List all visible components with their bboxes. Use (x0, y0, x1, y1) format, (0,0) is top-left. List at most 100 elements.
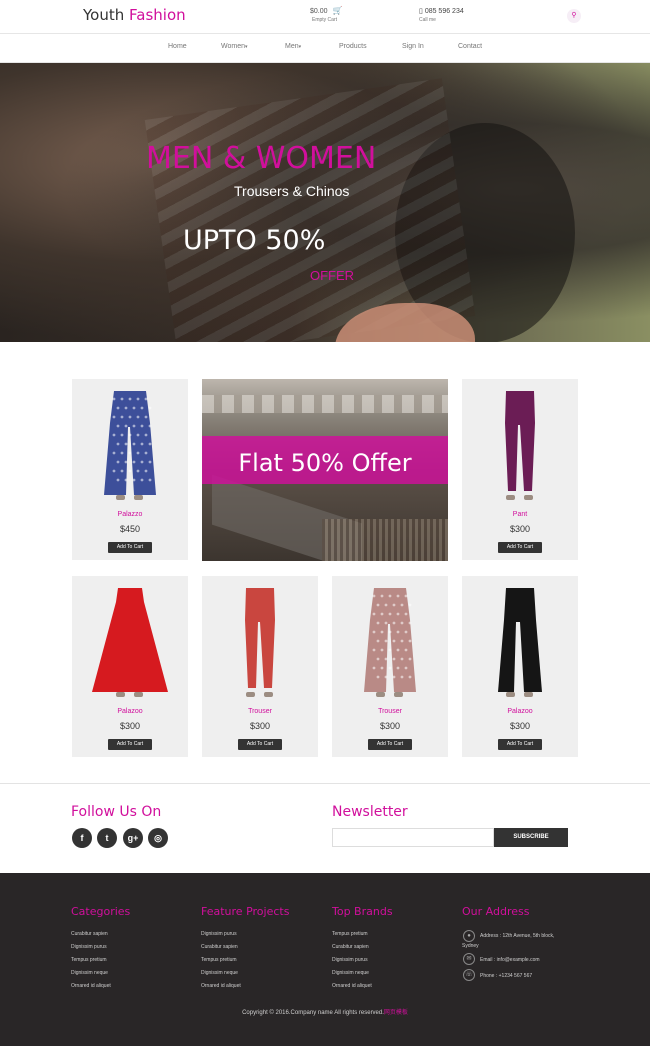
print-pattern-dot (132, 406, 136, 410)
nav-sign-in[interactable]: Sign In (402, 43, 424, 50)
footer-link[interactable]: Dignissim purus (71, 944, 107, 950)
print-pattern-dot (120, 451, 124, 455)
product-price: $450 (119, 524, 141, 534)
footer-link[interactable]: Curabitur sapien (332, 944, 369, 950)
logo-text: Youth (83, 6, 125, 24)
print-pattern-dot (384, 675, 388, 679)
print-pattern-dot (140, 406, 144, 410)
product-card[interactable]: Trouser $300 Add To Cart (332, 576, 448, 757)
nav-home[interactable]: Home (168, 43, 187, 50)
print-pattern-dot (120, 433, 124, 437)
product-name[interactable]: Palazzo (72, 511, 188, 518)
footer-link[interactable]: Dignissim purus (332, 957, 368, 963)
product-garment (498, 588, 542, 692)
print-pattern-dot (140, 460, 144, 464)
twitter-icon[interactable]: t (97, 828, 117, 848)
search-button[interactable]: ⚲ (567, 9, 581, 23)
footer-link[interactable]: Dignissim neque (332, 970, 369, 976)
hero-banner: MEN & WOMEN Trousers & Chinos UPTO 50% O… (0, 63, 650, 342)
product-name[interactable]: Trouser (202, 708, 318, 715)
add-to-cart-button[interactable]: Add To Cart (238, 739, 282, 750)
nav-men[interactable]: Men▾ (285, 43, 301, 50)
subscribe-button[interactable]: SUBSCRIBE (494, 828, 568, 847)
footer-address-title: Our Address (462, 905, 530, 918)
product-card[interactable]: Palazoo $300 Add To Cart (462, 576, 578, 757)
print-pattern-dot (116, 460, 120, 464)
footer-link[interactable]: Ornared id aliquet (71, 983, 111, 989)
product-image (364, 588, 416, 697)
print-pattern-dot (408, 675, 412, 679)
cart[interactable]: $0.00 🛒 Empty Cart (310, 6, 342, 23)
print-pattern-dot (140, 424, 144, 428)
product-shoe (506, 692, 515, 697)
product-card[interactable]: Palazzo $450 Add To Cart (72, 379, 188, 560)
facebook-icon[interactable]: f (72, 828, 92, 848)
hero-discount: UPTO 50% (183, 225, 326, 256)
phone-info: ▯ 085 596 234 Call me (419, 7, 464, 23)
footer-link[interactable]: Ornared id aliquet (332, 983, 372, 989)
product-name[interactable]: Pant (462, 511, 578, 518)
print-pattern-dot (400, 621, 404, 625)
print-pattern-dot (112, 433, 116, 437)
hero-subtitle: Trousers & Chinos (234, 183, 350, 199)
print-pattern-dot (380, 648, 384, 652)
nav-products[interactable]: Products (339, 43, 367, 50)
print-pattern-dot (408, 621, 412, 625)
product-card[interactable]: Pant $300 Add To Cart (462, 379, 578, 560)
product-shoe (134, 692, 143, 697)
print-pattern-dot (112, 469, 116, 473)
add-to-cart-button[interactable]: Add To Cart (498, 739, 542, 750)
product-card[interactable]: Palazoo $300 Add To Cart (72, 576, 188, 757)
nav-contact[interactable]: Contact (458, 43, 482, 50)
add-to-cart-button[interactable]: Add To Cart (368, 739, 412, 750)
print-pattern-dot (404, 630, 408, 634)
add-to-cart-button[interactable]: Add To Cart (108, 542, 152, 553)
header: Youth Fashion $0.00 🛒 Empty Cart ▯ 085 5… (0, 0, 650, 33)
footer-link[interactable]: Curabitur sapien (71, 931, 108, 937)
product-price: $300 (119, 721, 141, 731)
product-name[interactable]: Palazoo (462, 708, 578, 715)
newsletter-email-input[interactable] (332, 828, 494, 847)
footer-link[interactable]: Dignissim purus (201, 931, 237, 937)
footer-link[interactable]: Curabitur sapien (201, 944, 238, 950)
product-shoe (506, 495, 515, 500)
print-pattern-dot (136, 397, 140, 401)
print-pattern-dot (124, 442, 128, 446)
product-name[interactable]: Trouser (332, 708, 448, 715)
print-pattern-dot (396, 630, 400, 634)
nav-women[interactable]: Women▾ (221, 43, 248, 50)
address-phone: Phone : +1234 567 567 (480, 973, 533, 979)
print-pattern-dot (384, 639, 388, 643)
footer-top-brands-title: Top Brands (332, 905, 393, 918)
instagram-icon[interactable]: ◎ (148, 828, 168, 848)
print-pattern-dot (384, 621, 388, 625)
print-pattern-dot (408, 657, 412, 661)
print-pattern-dot (404, 666, 408, 670)
add-to-cart-button[interactable]: Add To Cart (498, 542, 542, 553)
footer-link[interactable]: Ornared id aliquet (201, 983, 241, 989)
add-to-cart-button[interactable]: Add To Cart (108, 739, 152, 750)
address-email[interactable]: Email : info@example.com (480, 957, 540, 963)
product-price: $300 (379, 721, 401, 731)
footer-link[interactable]: Tempus pretium (332, 931, 368, 937)
print-pattern-dot (128, 469, 132, 473)
footer-link[interactable]: Tempus pretium (71, 957, 107, 963)
print-pattern-dot (112, 397, 116, 401)
print-pattern-dot (148, 442, 152, 446)
promo-banner[interactable]: Flat 50% Offer (202, 379, 448, 561)
copyright-link[interactable]: 网页模板 (384, 1010, 408, 1016)
print-pattern-dot (124, 478, 128, 482)
product-name[interactable]: Palazoo (72, 708, 188, 715)
phone-label: Call me (419, 17, 436, 23)
print-pattern-dot (132, 424, 136, 428)
google-plus-icon[interactable]: g+ (123, 828, 143, 848)
footer-link[interactable]: Tempus pretium (201, 957, 237, 963)
print-pattern-dot (400, 675, 404, 679)
print-pattern-dot (384, 657, 388, 661)
footer-link[interactable]: Dignissim neque (201, 970, 238, 976)
print-pattern-dot (128, 433, 132, 437)
logo[interactable]: Youth Fashion (83, 6, 186, 24)
product-card[interactable]: Trouser $300 Add To Cart (202, 576, 318, 757)
print-pattern-dot (144, 469, 148, 473)
footer-link[interactable]: Dignissim neque (71, 970, 108, 976)
